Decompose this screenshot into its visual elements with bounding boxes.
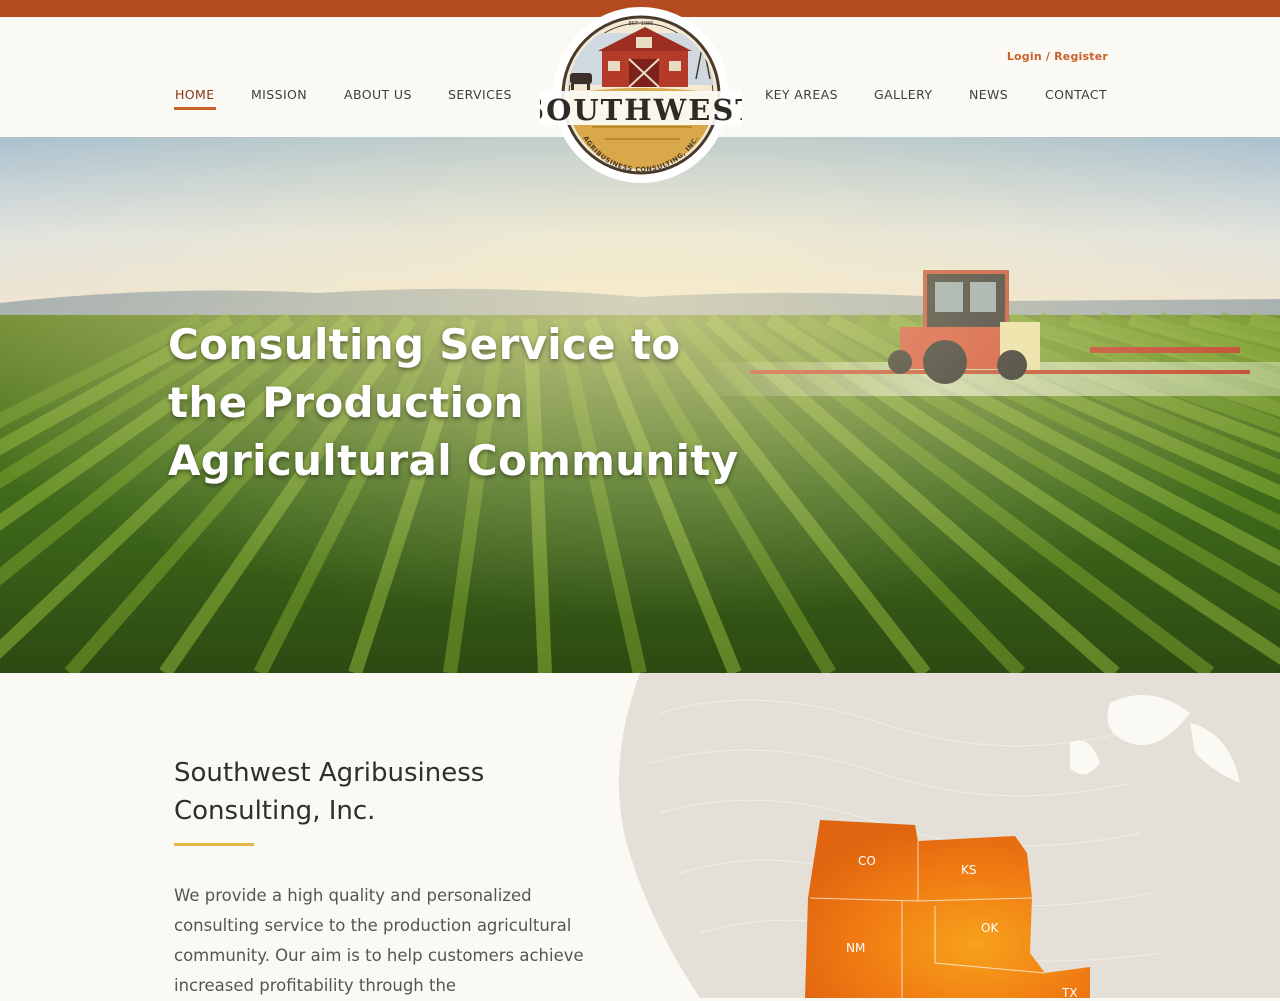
nav-mission[interactable]: MISSION bbox=[251, 87, 307, 102]
logo-name: SOUTHWEST bbox=[540, 93, 742, 127]
nav-gallery[interactable]: GALLERY bbox=[874, 87, 932, 102]
about-title-rule bbox=[174, 843, 254, 846]
nav-about-us[interactable]: ABOUT US bbox=[344, 87, 412, 102]
about-title: Southwest Agribusiness Consulting, Inc. bbox=[174, 758, 485, 826]
nav-news[interactable]: NEWS bbox=[969, 87, 1008, 102]
nav-key-areas[interactable]: KEY AREAS bbox=[765, 87, 838, 102]
state-label-co: CO bbox=[858, 854, 876, 868]
about-text: We provide a high quality and personaliz… bbox=[174, 886, 584, 995]
nav-contact[interactable]: CONTACT bbox=[1045, 87, 1107, 102]
active-nav-indicator bbox=[174, 107, 216, 110]
hero-title: Consulting Service to the Production Agr… bbox=[168, 320, 739, 485]
state-label-nm: NM bbox=[846, 941, 866, 955]
logo-est: EST. 1986 bbox=[629, 21, 654, 27]
login-register-link[interactable]: Login / Register bbox=[1007, 50, 1108, 63]
state-label-ok: OK bbox=[981, 921, 999, 935]
nav-services[interactable]: SERVICES bbox=[448, 87, 512, 102]
site-logo[interactable]: EST. 1986 SOUTHWEST AGRIBUSINESS CONSULT… bbox=[523, 3, 757, 193]
nav-home[interactable]: HOME bbox=[175, 87, 215, 102]
state-label-ks: KS bbox=[961, 863, 977, 877]
